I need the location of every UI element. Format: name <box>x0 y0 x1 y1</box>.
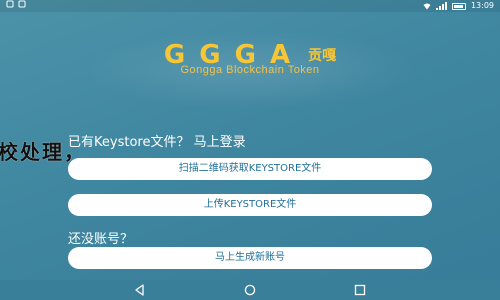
app-notification-icon <box>18 0 26 8</box>
status-time: 13:09 <box>470 1 494 10</box>
create-account-button[interactable]: 马上生成新账号 <box>68 247 432 269</box>
app-notification-icon <box>6 0 14 8</box>
app-screen: 13:09 GGGA 贡嘎 Gongga Blockchain Token 校处… <box>0 0 500 300</box>
status-left <box>6 0 26 8</box>
upload-keystore-button[interactable]: 上传KEYSTORE文件 <box>68 194 432 216</box>
register-label: 还没账号？ <box>68 232 134 247</box>
scan-qr-keystore-button[interactable]: 扫描二维码获取KEYSTORE文件 <box>68 158 432 180</box>
navigation-bar <box>0 280 500 300</box>
home-icon[interactable] <box>244 284 256 296</box>
status-right: 13:09 <box>423 0 494 12</box>
battery-icon <box>451 2 466 10</box>
logo-subtitle: Gongga Blockchain Token <box>180 64 320 76</box>
back-icon[interactable] <box>134 284 146 296</box>
recent-apps-icon[interactable] <box>354 284 366 296</box>
wifi-icon <box>423 3 431 10</box>
logo-title-cn: 贡嘎 <box>308 48 337 64</box>
signal-icon <box>435 2 447 10</box>
import-label: 已有Keystore文件？ 马上登录 <box>68 135 246 150</box>
status-bar: 13:09 <box>0 0 500 12</box>
